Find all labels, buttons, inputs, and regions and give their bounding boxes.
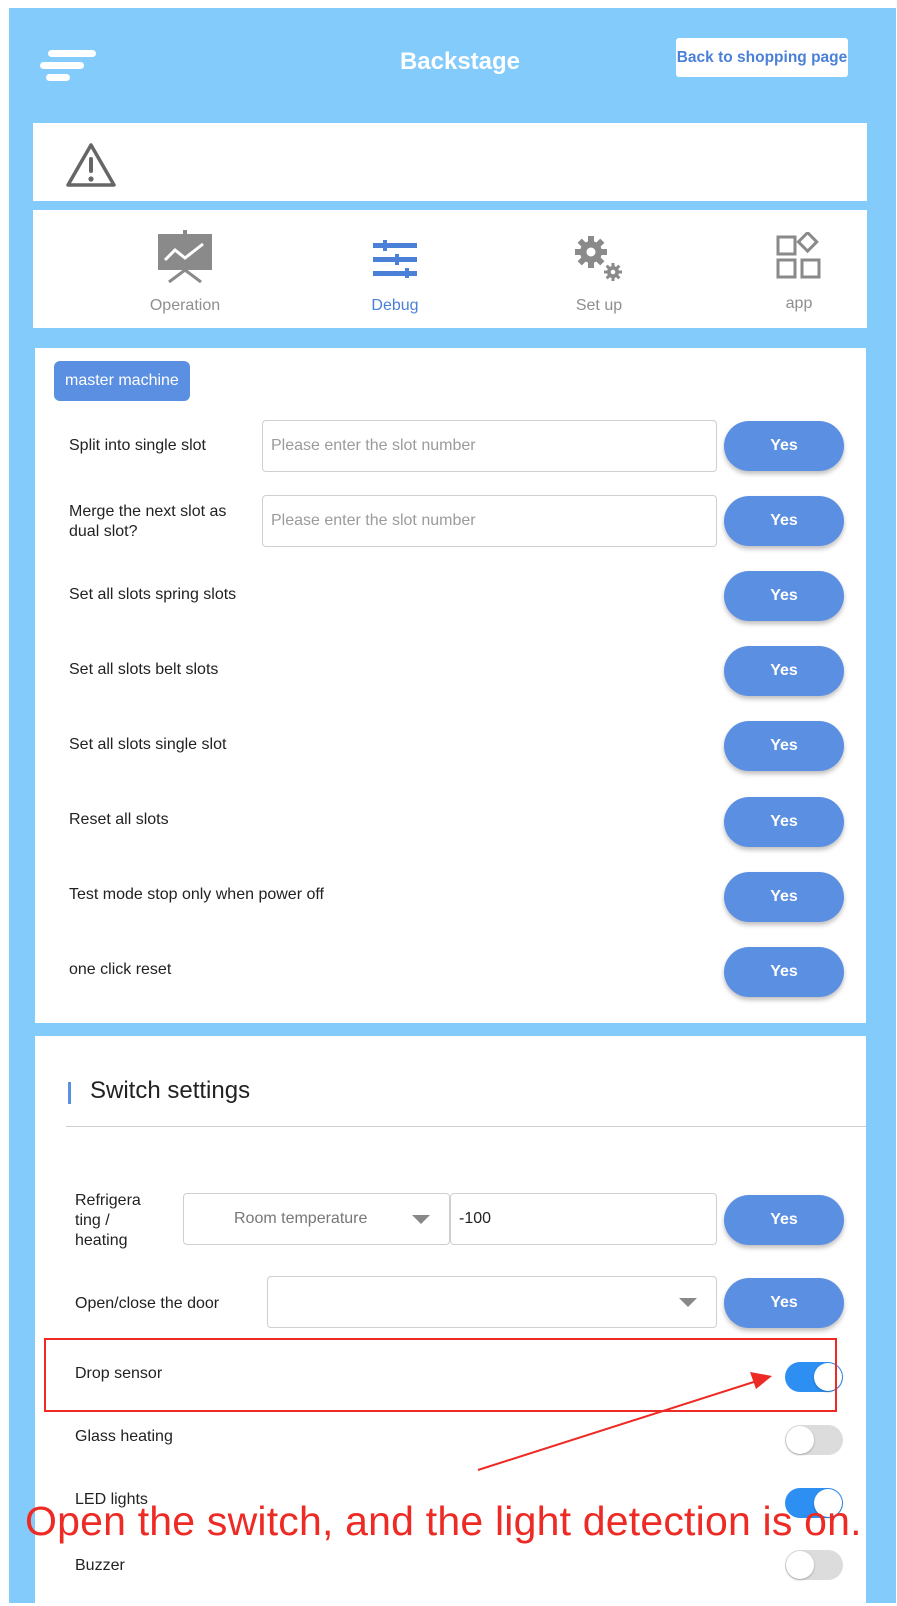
annotation-text: Open the switch, and the light detection… bbox=[25, 1498, 862, 1544]
annotation-arrow bbox=[477, 1372, 772, 1471]
